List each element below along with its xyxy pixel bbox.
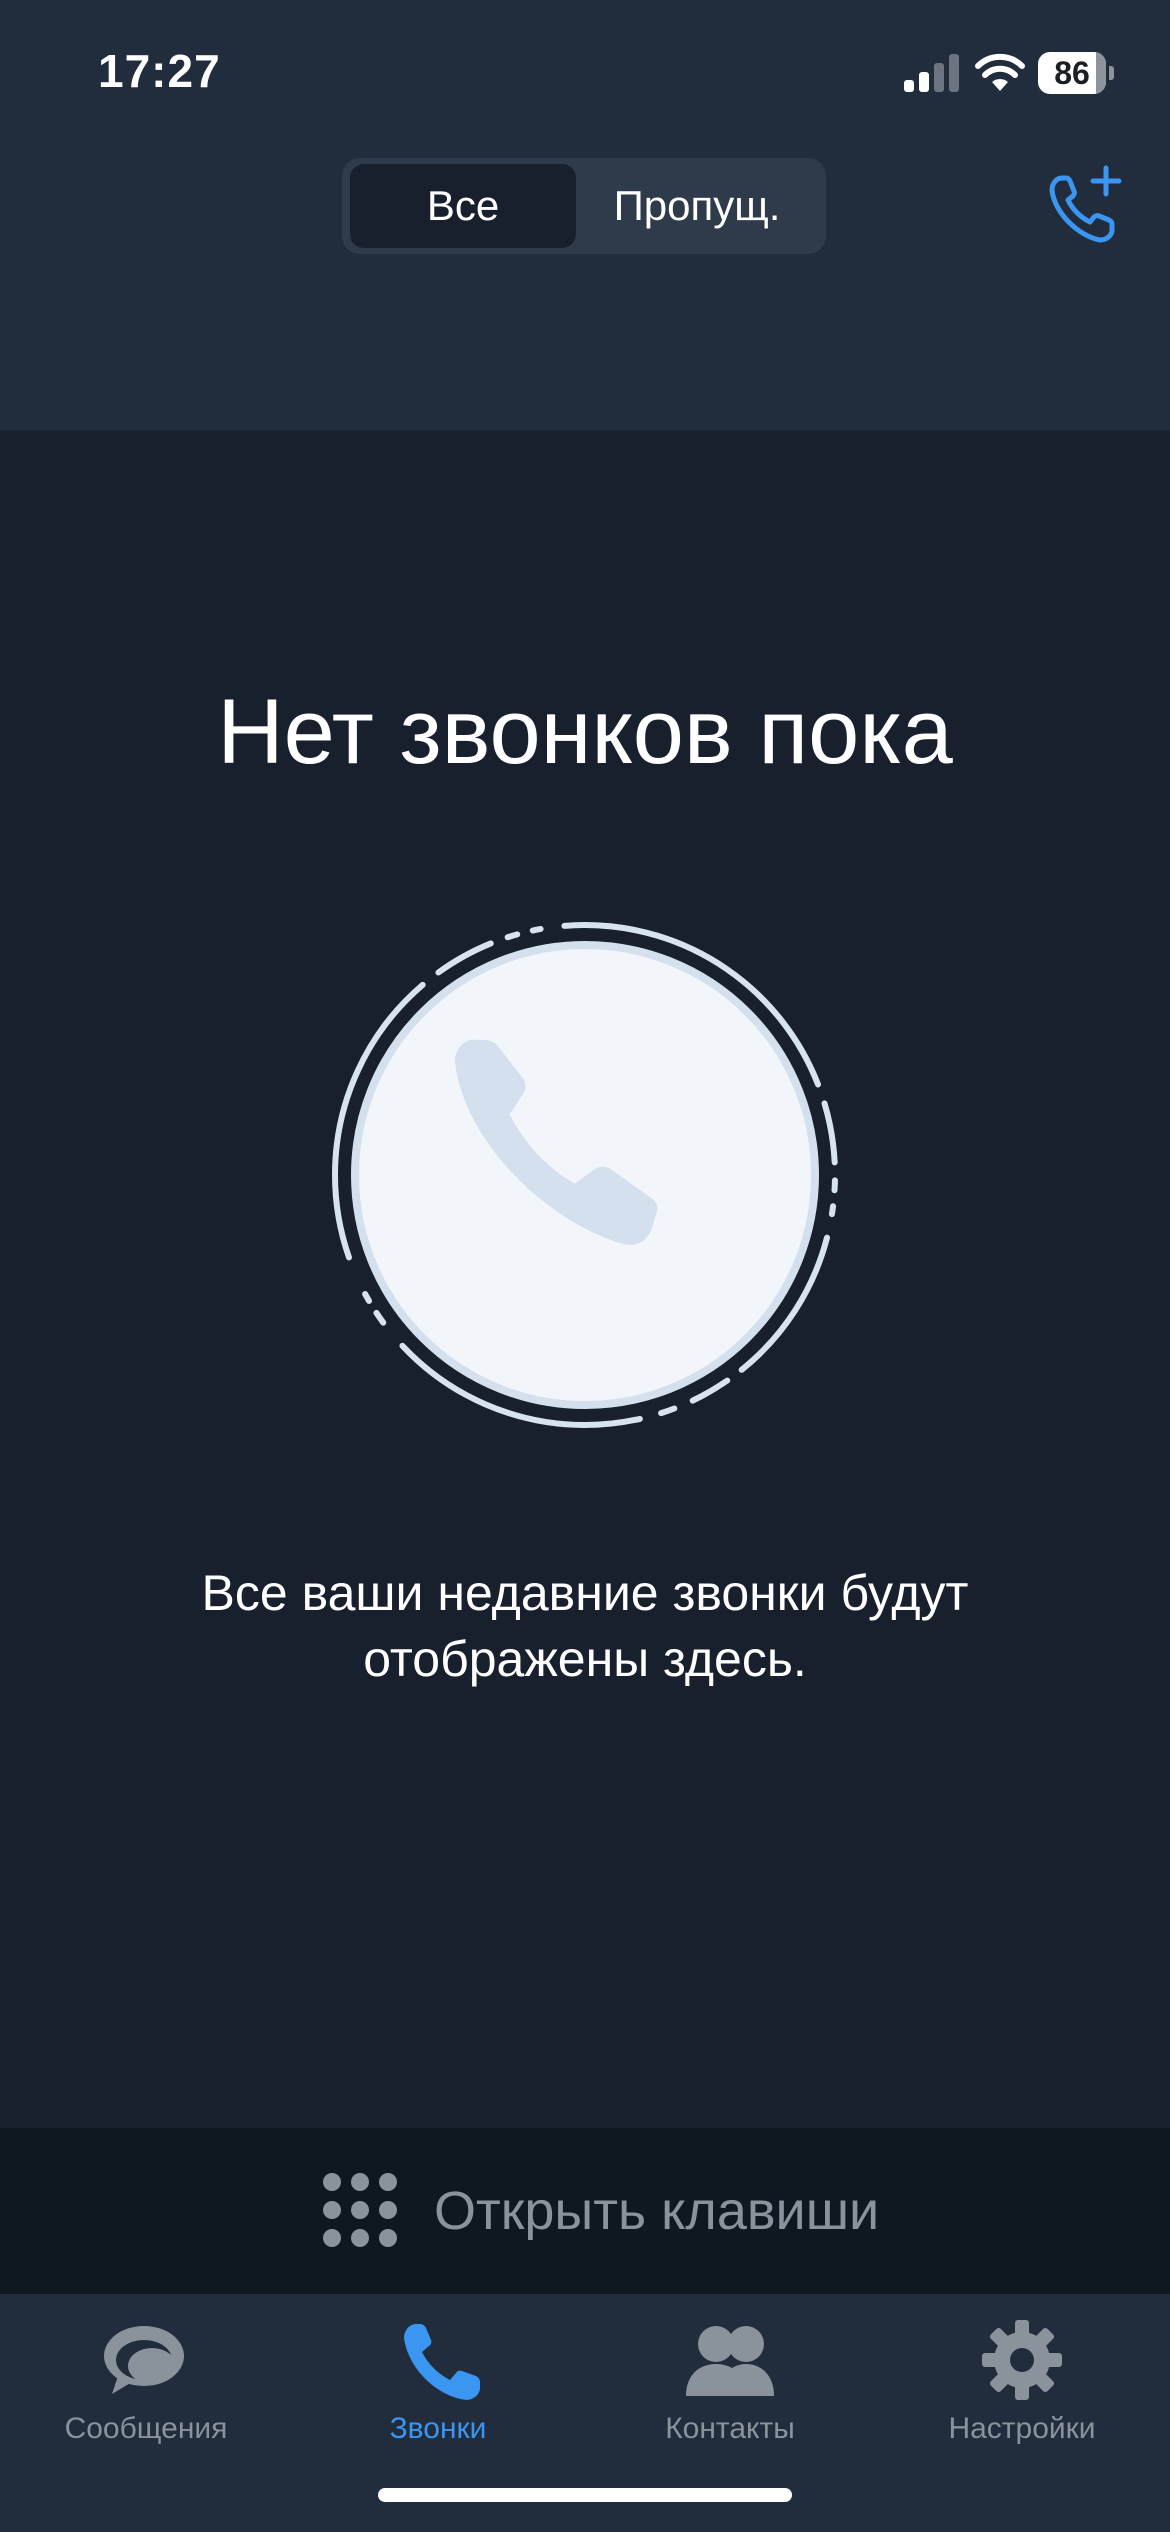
- status-bar: 17:27 86: [0, 0, 1170, 150]
- segment-all[interactable]: Все: [350, 164, 576, 248]
- battery-icon: 86: [1038, 52, 1114, 94]
- phone-plus-icon[interactable]: [1042, 164, 1128, 250]
- tab-settings-label: Настройки: [948, 2412, 1096, 2445]
- contacts-icon: [686, 2326, 774, 2396]
- wifi-icon: [975, 53, 1025, 91]
- battery-nub: [1109, 66, 1114, 80]
- tab-messages-label: Сообщения: [64, 2412, 228, 2445]
- phone-icon: [404, 2324, 480, 2400]
- segment-missed[interactable]: Пропущ.: [576, 164, 818, 248]
- battery-level: 86: [1054, 55, 1090, 91]
- tab-contacts[interactable]: Контакты: [584, 2308, 876, 2458]
- tab-calls-label: Звонки: [389, 2412, 487, 2445]
- empty-state-description: Все ваши недавние звонки будут отображен…: [201, 1565, 969, 1687]
- dialpad-icon: [323, 2173, 397, 2247]
- open-keypad-label: Открыть клавиши: [434, 2181, 880, 2241]
- chat-bubbles-icon: [104, 2326, 184, 2394]
- calls-filter-segmented-control: Все Пропущ.: [342, 158, 826, 254]
- signal-icon: [904, 54, 959, 92]
- open-keypad-button[interactable]: Открыть клавиши: [0, 2128, 1170, 2294]
- battery-body: 86: [1038, 52, 1106, 94]
- tab-settings[interactable]: Настройки: [876, 2308, 1168, 2458]
- tab-contacts-label: Контакты: [665, 2412, 795, 2445]
- header: 17:27 86 Все Пропущ.: [0, 0, 1170, 432]
- tab-calls[interactable]: Звонки: [292, 2308, 584, 2458]
- phone-icon: [332, 922, 838, 1428]
- tab-messages[interactable]: Сообщения: [0, 2308, 292, 2458]
- status-time: 17:27: [98, 45, 221, 97]
- gear-icon: [982, 2320, 1062, 2400]
- home-indicator: [378, 2488, 792, 2502]
- empty-state-title: Нет звонков пока: [217, 681, 953, 783]
